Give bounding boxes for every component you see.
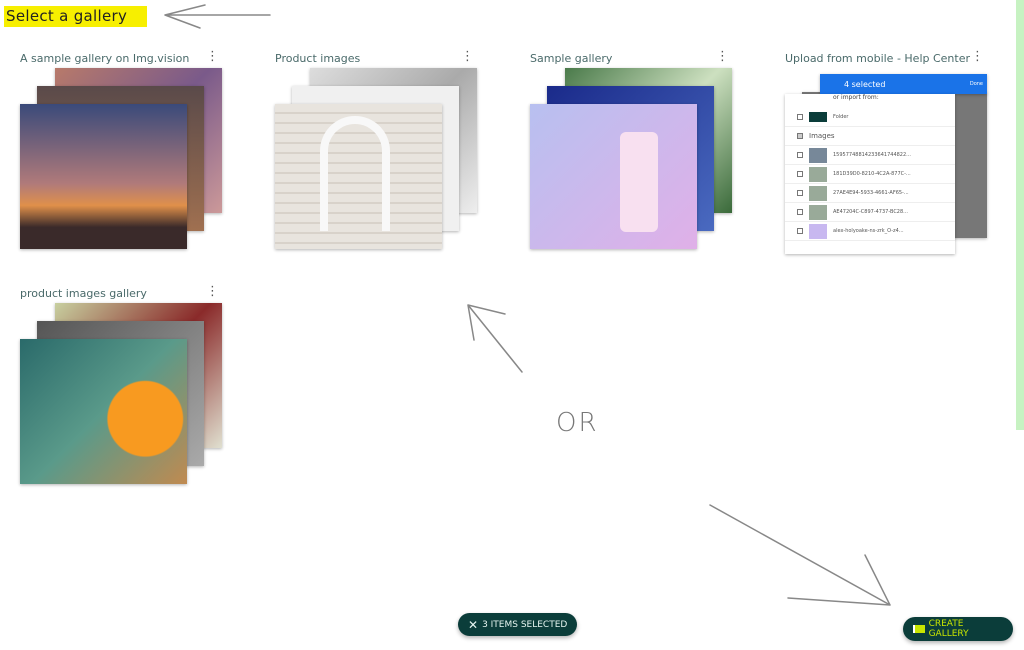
- clear-selection-button[interactable]: ✕ 3 ITEMS SELECTED: [458, 613, 578, 636]
- hand-drawn-arrows: [164, 4, 891, 606]
- arrow-icon: [709, 504, 891, 606]
- gallery-icon: [913, 625, 925, 633]
- arrow-icon: [164, 4, 271, 29]
- close-icon: ✕: [468, 617, 479, 632]
- annotation-or: OR: [556, 408, 599, 438]
- create-gallery-button[interactable]: CREATE GALLERY: [903, 617, 1013, 641]
- create-gallery-label: CREATE GALLERY: [928, 619, 969, 639]
- arrow-icon: [467, 304, 523, 373]
- scrollbar[interactable]: [1016, 0, 1024, 430]
- selected-count: 3 ITEMS SELECTED: [482, 619, 568, 630]
